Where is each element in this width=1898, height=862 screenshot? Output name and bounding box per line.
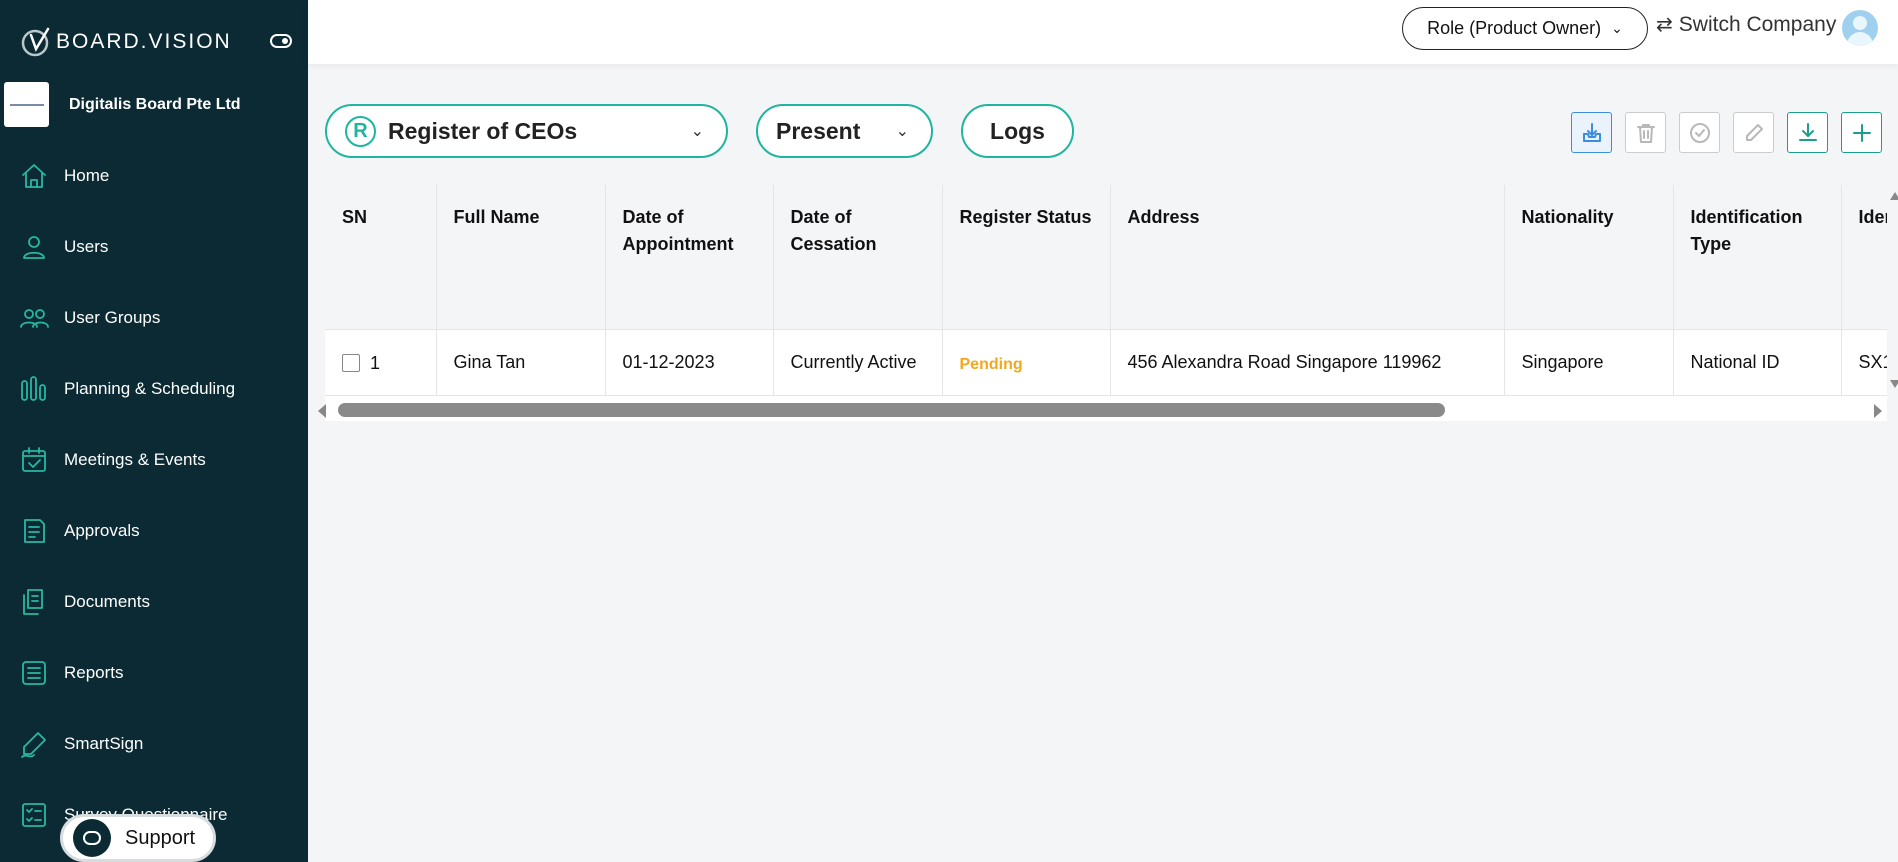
column-header-identification-type[interactable]: Identification Type [1673,185,1842,330]
planning-icon [21,375,46,401]
user-groups-icon [20,308,49,328]
sidebar-item-label: Home [64,165,110,185]
check-circle-icon [1689,122,1710,143]
pencil-icon [1745,123,1763,141]
register-select-value: Register of CEOs [388,117,578,144]
scroll-right-arrow-icon[interactable] [1874,404,1882,418]
column-header-date-of-appointment[interactable]: Date of Appointment [605,185,774,330]
approval-document-icon [24,518,45,543]
switch-company-button[interactable]: ⇄ Switch Company [1656,12,1836,37]
status-badge: Pending [942,329,1111,396]
sidebar-item-label: Planning & Scheduling [64,378,236,398]
column-header-address[interactable]: Address [1110,185,1505,330]
cell-address: 456 Alexandra Road Singapore 119962 [1110,329,1505,396]
register-type-dropdown[interactable]: R Register of CEOs ⌄ [325,104,728,158]
avatar[interactable] [1842,10,1878,46]
logs-label: Logs [990,117,1045,144]
brand-name: BOARD.VISION [56,30,232,53]
column-header-sn[interactable]: SN [325,185,437,330]
company-selector[interactable]: Digitalis Board Pte Ltd [4,82,241,127]
sidebar-item-planning-scheduling[interactable]: Planning & Scheduling [0,353,308,424]
reports-list-icon [22,660,46,685]
sidebar-item-meetings-events[interactable]: Meetings & Events [0,424,308,495]
documents-icon [23,588,43,615]
register-table: SN Full Name Date of Appointment Date of… [325,185,1887,421]
chevron-down-icon: ⌄ [690,123,704,140]
user-icon [23,235,45,259]
calendar-check-icon [22,446,46,472]
row-sn: 1 [370,352,381,373]
role-dropdown[interactable]: Role (Product Owner) ⌄ [1402,7,1648,50]
column-header-date-of-cessation[interactable]: Date of Cessation [773,185,943,330]
sidebar-item-documents[interactable]: Documents [0,566,308,637]
sidebar-item-label: User Groups [64,307,161,327]
download-button[interactable] [1787,112,1828,153]
chat-icon [73,819,111,857]
cell-nationality: Singapore [1504,329,1674,396]
sidebar-item-home[interactable]: Home [0,140,308,211]
support-label: Support [125,826,196,849]
sidebar-item-label: Reports [64,662,124,682]
download-icon [1798,122,1817,141]
period-dropdown[interactable]: Present ⌄ [756,104,933,158]
period-select-value: Present [776,117,861,144]
sidebar-item-users[interactable]: Users [0,211,308,282]
sidebar-item-smartsign[interactable]: SmartSign [0,708,308,779]
company-logo [4,82,49,127]
company-name: Digitalis Board Pte Ltd [69,95,241,113]
column-header-register-status[interactable]: Register Status [942,185,1111,330]
switch-company-label: Switch Company [1678,12,1837,36]
pen-sign-icon [21,731,46,758]
scroll-up-arrow-icon[interactable] [1890,192,1898,200]
support-button[interactable]: Support [60,814,216,862]
sidebar-toggle-icon[interactable] [270,34,292,48]
cell-date-of-appointment: 01-12-2023 [605,329,774,396]
edit-button[interactable] [1733,112,1774,153]
scrollbar-thumb[interactable] [338,403,1445,417]
switch-arrows-icon: ⇄ [1656,14,1673,36]
home-icon [22,163,46,188]
register-badge-icon: R [345,115,376,147]
cell-identification-type: National ID [1673,329,1842,396]
import-tray-icon [1582,122,1601,142]
chevron-down-icon: ⌄ [895,123,909,140]
horizontal-scrollbar[interactable] [315,400,1885,420]
scroll-down-arrow-icon[interactable] [1890,380,1898,388]
sidebar-item-label: Users [64,236,109,256]
sidebar-item-user-groups[interactable]: User Groups [0,282,308,353]
cell-identification-no: SX1 [1841,329,1887,396]
sidebar-nav: Home Users User Groups Planning & Schedu… [0,140,308,850]
brand-logo[interactable]: BOARD.VISION [18,24,232,60]
approve-button[interactable] [1679,112,1720,153]
trash-icon [1636,123,1655,143]
add-button[interactable] [1841,112,1882,153]
chevron-down-icon: ⌄ [1611,20,1623,36]
import-button[interactable] [1571,112,1612,153]
survey-checklist-icon [22,802,46,827]
role-label: Role (Product Owner) [1427,18,1602,38]
table-row[interactable]: 1 Gina Tan 01-12-2023 Currently Active P… [325,329,1887,396]
sidebar-item-label: SmartSign [64,733,144,753]
plus-icon [1852,123,1871,142]
sidebar: BOARD.VISION Digitalis Board Pte Ltd Hom… [0,0,308,862]
cell-date-of-cessation: Currently Active [773,329,943,396]
sidebar-item-label: Documents [64,591,150,611]
row-checkbox[interactable] [342,353,360,372]
sidebar-item-label: Meetings & Events [64,449,206,469]
logs-button[interactable]: Logs [961,104,1074,158]
cell-sn: 1 [325,329,437,396]
cell-full-name: Gina Tan [436,329,606,396]
scroll-left-arrow-icon[interactable] [318,404,326,418]
sidebar-item-approvals[interactable]: Approvals [0,495,308,566]
sidebar-item-label: Approvals [64,520,140,540]
delete-button[interactable] [1625,112,1666,153]
board-vision-logo-icon [21,27,50,57]
column-header-identification-no[interactable]: Identification No. [1841,185,1887,330]
table-header-row: SN Full Name Date of Appointment Date of… [325,185,1887,330]
column-header-nationality[interactable]: Nationality [1504,185,1674,330]
sidebar-item-reports[interactable]: Reports [0,637,308,708]
column-header-full-name[interactable]: Full Name [436,185,606,330]
top-header: Role (Product Owner) ⌄ ⇄ Switch Company [308,0,1898,64]
